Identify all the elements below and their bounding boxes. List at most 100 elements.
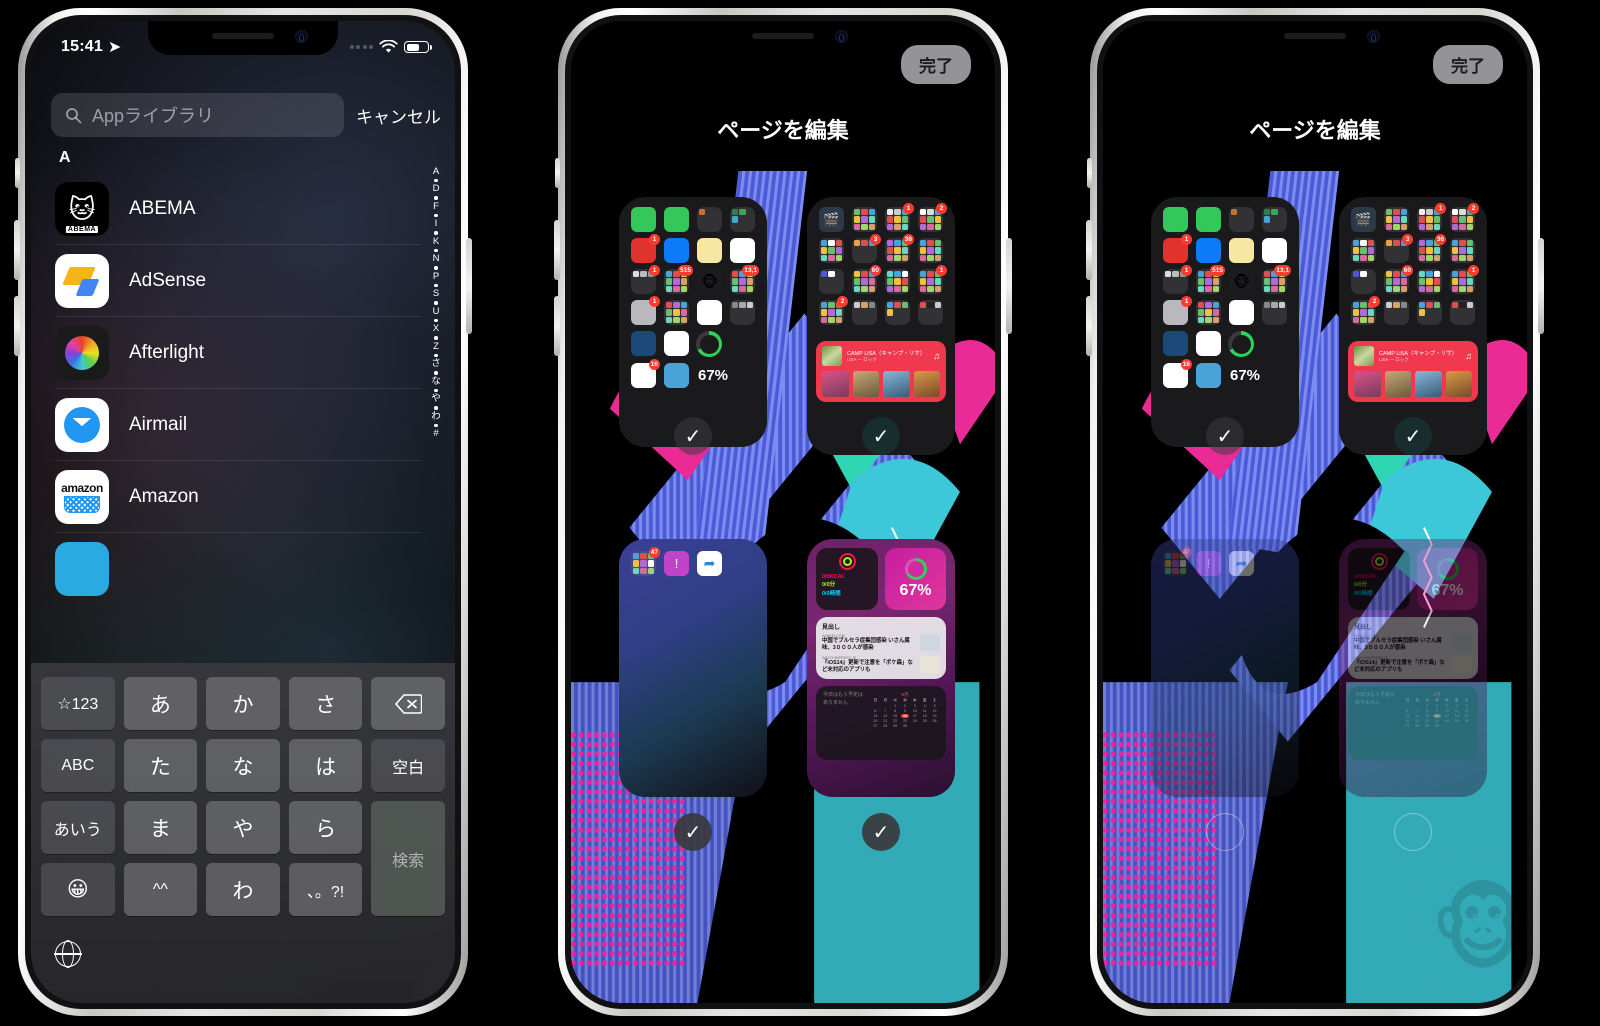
badge: 47 <box>648 547 660 558</box>
cancel-button[interactable]: キャンセル <box>356 103 441 128</box>
page-thumbnail-1[interactable]: 1 1 515 🐵 13,1 1 16 67% <box>1151 197 1299 447</box>
search-input[interactable]: Appライブラリ <box>51 93 344 137</box>
index-letter[interactable]: N <box>433 254 440 264</box>
key-sa-row[interactable]: さ <box>288 677 363 730</box>
silent-switch[interactable] <box>555 158 560 188</box>
page-checkbox-1[interactable]: ✓ <box>1206 417 1244 455</box>
key-symbols[interactable]: ☆123 <box>41 677 115 730</box>
index-letter[interactable]: I <box>435 219 438 229</box>
page-checkbox-3[interactable]: ✓ <box>674 813 712 851</box>
key-abc[interactable]: ABC <box>41 739 115 792</box>
emoji-key[interactable]: 😀 <box>41 863 115 916</box>
key-wa-row[interactable]: わ <box>206 863 280 916</box>
list-item[interactable]: Airmail <box>55 389 421 461</box>
key-na-row[interactable]: な <box>206 739 280 792</box>
done-button[interactable]: 完了 <box>901 45 971 84</box>
folder-icon <box>1229 207 1254 232</box>
index-letter[interactable]: X <box>433 324 439 334</box>
battery-ring-icon <box>1436 558 1459 580</box>
page-thumbnail-3[interactable]: 47 ! ➦ <box>1151 539 1299 797</box>
volume-down-button[interactable] <box>554 296 560 356</box>
index-letter[interactable]: さ <box>431 359 441 369</box>
index-letter[interactable]: な <box>431 376 441 387</box>
backspace-icon <box>394 693 422 714</box>
keyboard-bottom-row <box>41 925 445 983</box>
key-spacer <box>371 863 445 916</box>
badge: 16 <box>648 359 660 370</box>
page-thumbnail-4[interactable]: 0/0KCAL 0/0分 0/0時間 67% 見出し SANKEI.COM 中国… <box>807 539 955 797</box>
news-widget: 見出し SANKEI.COM 中国でブルセラ症集団感染 いさん腐味、3０００人が… <box>816 617 946 680</box>
volume-up-button[interactable] <box>554 220 560 280</box>
list-item[interactable]: AdSense <box>55 245 421 317</box>
page-thumbnail-3[interactable]: 47 ! ➦ <box>619 539 767 797</box>
key-a-row[interactable]: あ <box>123 677 198 730</box>
power-button[interactable] <box>1006 238 1012 334</box>
backspace-key[interactable] <box>371 677 445 730</box>
alert-app-icon: ! <box>664 551 689 576</box>
folder-icon <box>664 300 689 325</box>
folder-icon <box>819 269 844 294</box>
key-kana-mode[interactable]: あいう <box>41 801 115 854</box>
index-letter[interactable]: わ <box>431 411 441 422</box>
index-letter[interactable]: K <box>433 236 439 247</box>
volume-up-button[interactable] <box>1086 220 1092 280</box>
key-ka-row[interactable]: か <box>206 677 280 730</box>
page-checkbox-2[interactable]: ✓ <box>862 417 900 455</box>
done-button[interactable]: 完了 <box>1433 45 1503 84</box>
silent-switch[interactable] <box>15 158 20 188</box>
key-ra-row[interactable]: ら <box>288 801 363 854</box>
index-letter[interactable]: # <box>433 429 438 439</box>
index-letter[interactable]: A <box>433 167 439 177</box>
index-letter[interactable]: D <box>433 184 440 194</box>
page-checkbox-2[interactable]: ✓ <box>1394 417 1432 455</box>
key-ya-row[interactable]: や <box>206 801 280 854</box>
index-letter[interactable]: Z <box>433 341 439 352</box>
power-button[interactable] <box>466 238 472 334</box>
folder-icon: 515 <box>664 265 693 294</box>
silent-switch[interactable] <box>1087 158 1092 188</box>
key-ha-row[interactable]: は <box>288 739 363 792</box>
list-item[interactable]: amazon Amazon <box>55 461 421 533</box>
page-checkbox-3[interactable] <box>1206 813 1244 851</box>
index-letter[interactable]: F <box>433 201 439 212</box>
folder-icon: 1 <box>1163 265 1192 294</box>
page-checkbox-4[interactable] <box>1394 813 1432 851</box>
page-checkbox-4[interactable]: ✓ <box>862 813 900 851</box>
folder-icon <box>918 300 943 325</box>
index-letter[interactable]: S <box>433 289 439 299</box>
album-thumbnails <box>822 371 940 397</box>
index-letter[interactable]: U <box>433 306 440 317</box>
chrome-app-icon <box>664 331 689 356</box>
key-ta-row[interactable]: た <box>123 739 198 792</box>
folder-icon <box>1384 300 1409 325</box>
afterlight-icon <box>55 325 109 380</box>
key-ma-row[interactable]: ま <box>123 801 198 854</box>
volume-down-button[interactable] <box>14 296 20 356</box>
list-item[interactable]: 🐱 ABEMA ABEMA <box>55 173 421 245</box>
album-art <box>822 346 842 366</box>
folder-icon <box>885 269 910 294</box>
page-checkbox-1[interactable]: ✓ <box>674 417 712 455</box>
volume-down-button[interactable] <box>1086 296 1092 356</box>
space-key[interactable]: 空白 <box>371 739 445 792</box>
index-letter[interactable]: や <box>431 394 441 404</box>
volume-up-button[interactable] <box>14 220 20 280</box>
yahoo-app-icon <box>1229 300 1254 325</box>
folder-icon <box>1450 300 1475 325</box>
battery-widget <box>696 331 756 357</box>
page-thumbnail-1[interactable]: 1 1 515 🐵 13,1 1 16 67% <box>619 197 767 447</box>
location-arrow-icon: ➤ <box>107 39 122 56</box>
index-letter[interactable]: P <box>433 271 439 282</box>
list-item[interactable]: Afterlight <box>55 317 421 389</box>
key-punctuation[interactable]: 、。?! <box>288 863 363 916</box>
list-item[interactable] <box>55 533 421 605</box>
page-thumbnail-4[interactable]: 0/0KCAL 0/0分 0/0時間 67% 見出し SANKEI.COM 中国… <box>1339 539 1487 797</box>
album-thumb <box>1415 371 1442 397</box>
power-button[interactable] <box>1538 238 1544 334</box>
news-header: 見出し <box>822 625 841 631</box>
alphabet-index[interactable]: A D F I K N P S U X Z さ な や わ # <box>427 167 445 439</box>
widget-row-top: 0/0KCAL 0/0分 0/0時間 67% <box>807 539 955 610</box>
news-title: 中国でブルセラ症集団感染 いさん腐味、3０００人が感染 <box>822 638 910 652</box>
globe-icon[interactable] <box>54 940 82 968</box>
key-kaomoji[interactable]: ^^ <box>123 863 198 916</box>
